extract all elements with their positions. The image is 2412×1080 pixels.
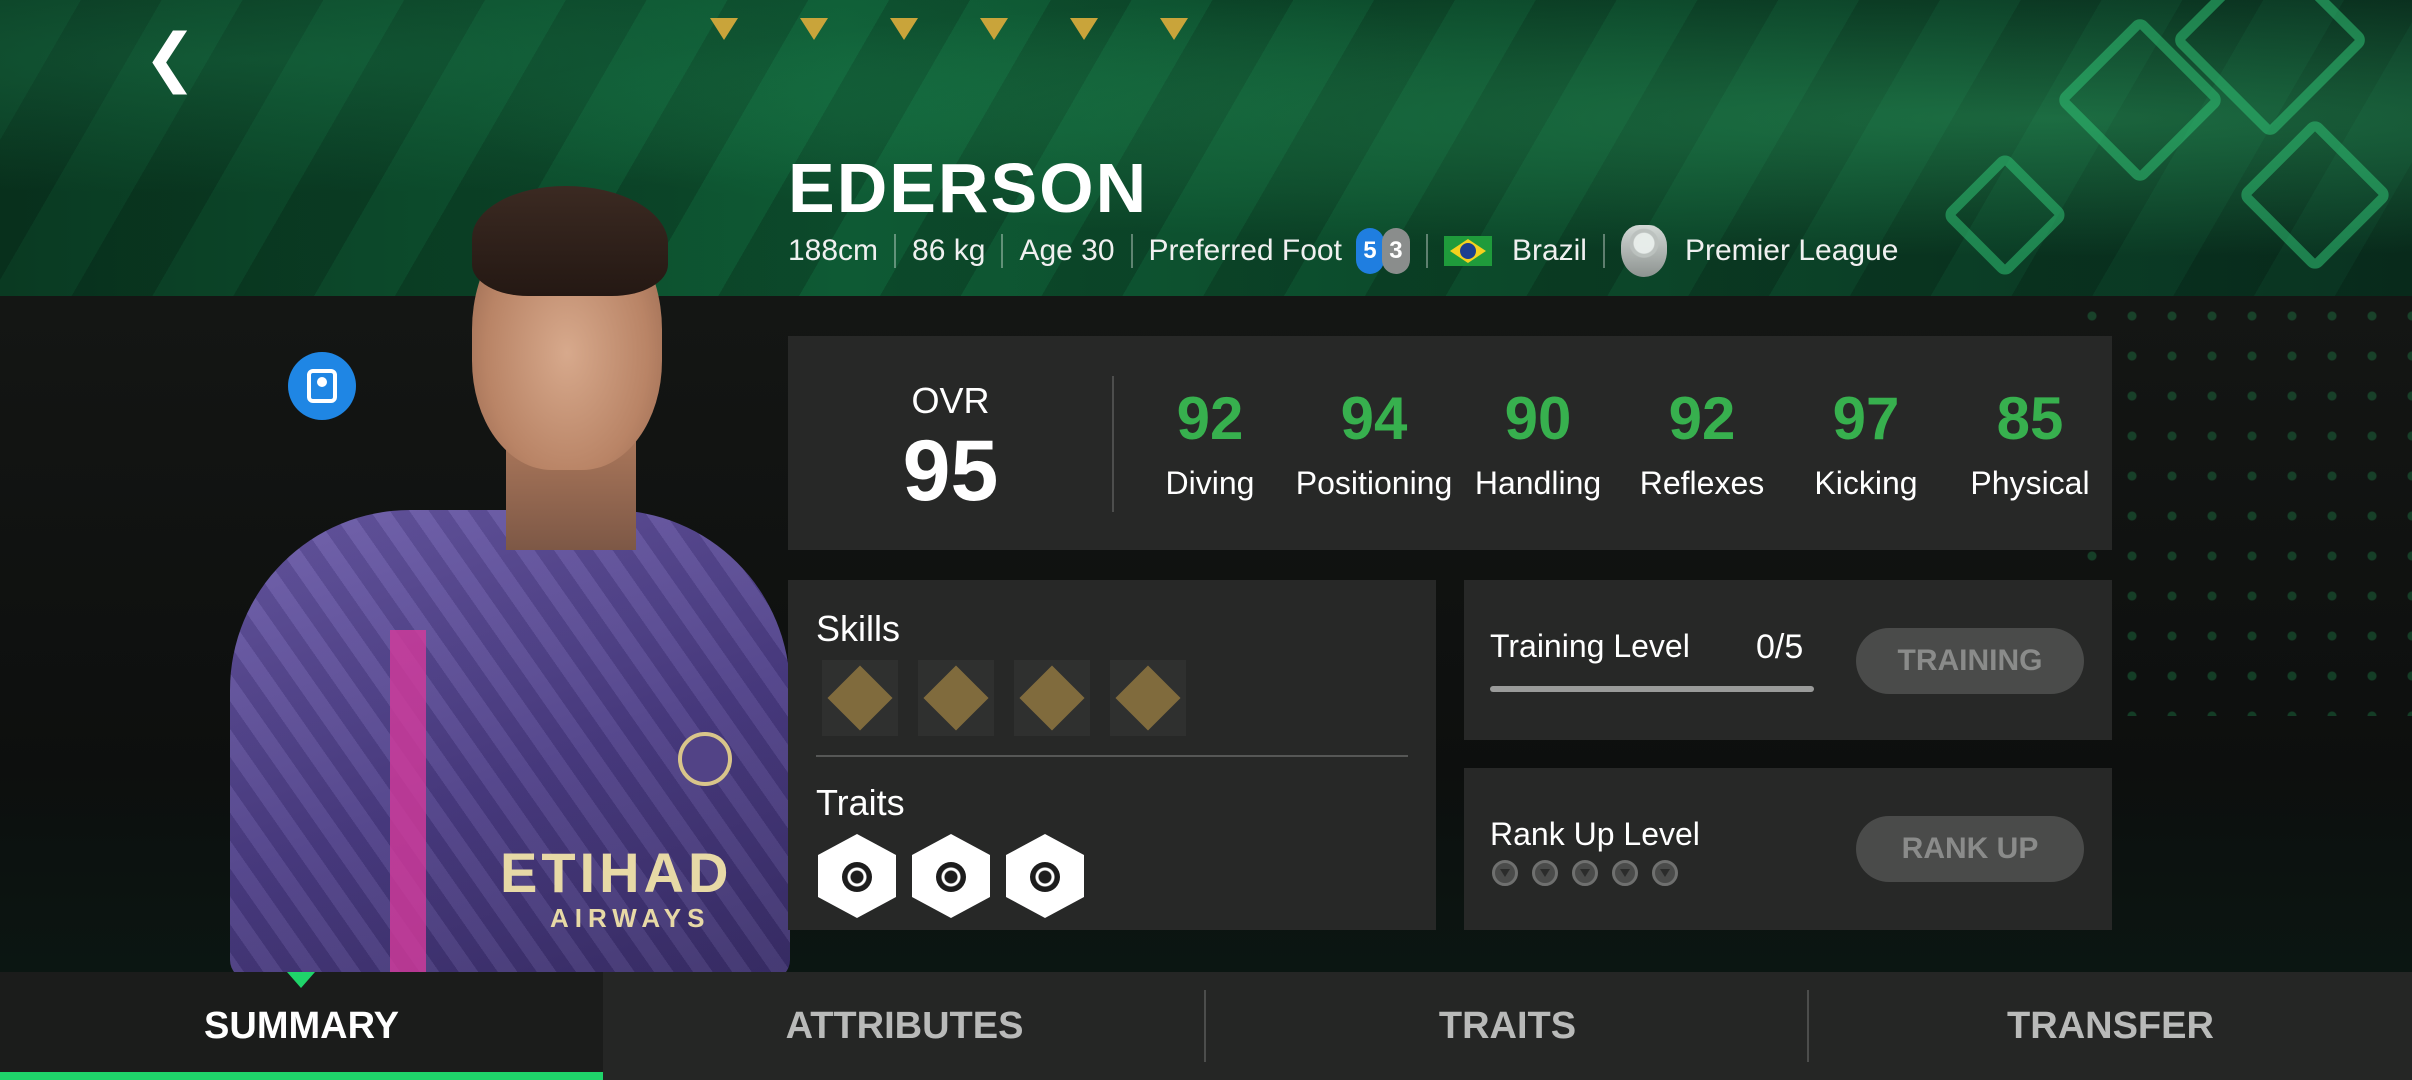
brazil-flag-icon [1443, 236, 1492, 266]
player-portrait: ETIHAD AIRWAYS [210, 150, 810, 980]
premier-league-icon [1620, 225, 1667, 277]
tab-label: TRAITS [1438, 1004, 1577, 1047]
ovr-block: OVR 95 [788, 336, 1113, 550]
tab-transfer[interactable]: TRANSFER [1809, 972, 2412, 1080]
rank-level-icon [1652, 860, 1678, 886]
preferred-foot-label: Preferred Foot [1148, 234, 1342, 267]
pattern-decoration [2072, 296, 2412, 716]
rank-up-level-label: Rank Up Level [1490, 816, 1700, 852]
stat-diving: 92 Diving [1128, 336, 1292, 550]
jersey: ETIHAD AIRWAYS [230, 510, 790, 980]
stat-handling: 90 Handling [1456, 336, 1620, 550]
foot-left-badge: 5 [1355, 228, 1384, 274]
stat-value: 97 [1832, 385, 1900, 452]
ratings-panel: OVR 95 92 Diving 94 Positioning 90 Handl… [788, 336, 2112, 550]
training-level-value: 0/5 [1756, 628, 1804, 666]
star-rating [710, 18, 1188, 48]
training-progress-bar [1490, 686, 1814, 692]
star-icon [1160, 18, 1188, 40]
glove-dive-icon[interactable] [822, 660, 898, 736]
preferred-foot-badges: 5 3 [1355, 228, 1410, 274]
training-panel: Training Level 0/5 TRAINING [1464, 580, 2112, 740]
player-info-row: 188cm 86 kg Age 30 Preferred Foot 5 3 Br… [788, 225, 1899, 277]
star-icon [800, 18, 828, 40]
rank-level-icon [1492, 860, 1518, 886]
stat-label: Kicking [1814, 465, 1918, 501]
jersey-sponsor-sub: AIRWAYS [550, 903, 711, 933]
view-switch-button[interactable] [288, 352, 356, 420]
stat-label: Reflexes [1639, 465, 1765, 501]
stat-value: 94 [1340, 385, 1408, 452]
divider [1425, 234, 1428, 268]
trait-icon-list [818, 834, 1084, 918]
player-name: EDERSON [788, 149, 1149, 227]
stat-label: Physical [1970, 465, 2090, 501]
ovr-label: OVR [911, 380, 990, 421]
stat-label: Diving [1165, 465, 1255, 501]
keeper-arms-icon[interactable] [912, 834, 990, 918]
tab-label: TRANSFER [2007, 1004, 2214, 1047]
stat-value: 85 [1996, 385, 2064, 452]
goal-keeper-icon[interactable] [1014, 660, 1090, 736]
foot-right-badge: 3 [1381, 228, 1410, 274]
active-tab-underline [0, 1072, 603, 1080]
star-icon [1070, 18, 1098, 40]
traits-title: Traits [816, 782, 905, 823]
rank-level-icon [1532, 860, 1558, 886]
stat-label: Handling [1474, 465, 1602, 501]
stat-kicking: 97 Kicking [1784, 336, 1948, 550]
rank-level-icon [1572, 860, 1598, 886]
goal-net-icon[interactable] [1110, 660, 1186, 736]
star-icon [980, 18, 1008, 40]
tab-traits[interactable]: TRAITS [1206, 972, 1809, 1080]
star-icon [710, 18, 738, 40]
ball-kick-icon[interactable] [1006, 834, 1084, 918]
skills-title: Skills [816, 608, 901, 649]
training-level-label: Training Level [1490, 628, 1690, 664]
player-height: 188cm [788, 234, 879, 267]
skill-icon-list [822, 660, 1186, 736]
rank-up-button[interactable]: RANK UP [1856, 816, 2084, 882]
jersey-stripe [390, 630, 426, 980]
user-switch-icon [307, 369, 337, 403]
divider [1602, 234, 1605, 268]
hair [472, 186, 668, 296]
punch-arrow-icon[interactable] [918, 660, 994, 736]
rank-level-icon [1612, 860, 1638, 886]
stat-positioning: 94 Positioning [1292, 336, 1456, 550]
back-button[interactable]: ❮ [140, 20, 200, 93]
club-crest-icon [678, 732, 732, 786]
stat-value: 90 [1504, 385, 1572, 452]
ball-shot-icon[interactable] [818, 834, 896, 918]
player-league: Premier League [1684, 234, 1899, 267]
tab-label: ATTRIBUTES [785, 1004, 1024, 1047]
rank-level-indicators [1492, 860, 1678, 886]
tab-attributes[interactable]: ATTRIBUTES [603, 972, 1206, 1080]
tab-summary[interactable]: SUMMARY [0, 972, 603, 1080]
divider [894, 234, 897, 268]
divider [1001, 234, 1004, 268]
stat-value: 92 [1176, 385, 1244, 452]
rank-up-panel: Rank Up Level RANK UP [1464, 768, 2112, 930]
chevron-left-icon: ❮ [143, 20, 197, 93]
stat-value: 92 [1668, 385, 1736, 452]
star-icon [890, 18, 918, 40]
tab-label: SUMMARY [204, 1004, 399, 1047]
player-nation: Brazil [1511, 234, 1587, 267]
jersey-sponsor: ETIHAD [500, 841, 733, 904]
ovr-value: 95 [902, 423, 999, 519]
skills-traits-panel: Skills Traits [788, 580, 1436, 930]
divider [816, 755, 1408, 757]
player-age: Age 30 [1019, 234, 1115, 267]
bottom-tab-bar: SUMMARY ATTRIBUTES TRAITS TRANSFER [0, 972, 2412, 1080]
divider [1130, 234, 1133, 268]
stat-label: Positioning [1295, 465, 1453, 501]
player-weight: 86 kg [912, 234, 986, 267]
stat-list: 92 Diving 94 Positioning 90 Handling 92 … [1128, 336, 2112, 550]
active-tab-pointer [287, 972, 315, 988]
divider [1112, 376, 1114, 512]
stat-physical: 85 Physical [1948, 336, 2112, 550]
training-button[interactable]: TRAINING [1856, 628, 2084, 694]
stat-reflexes: 92 Reflexes [1620, 336, 1784, 550]
